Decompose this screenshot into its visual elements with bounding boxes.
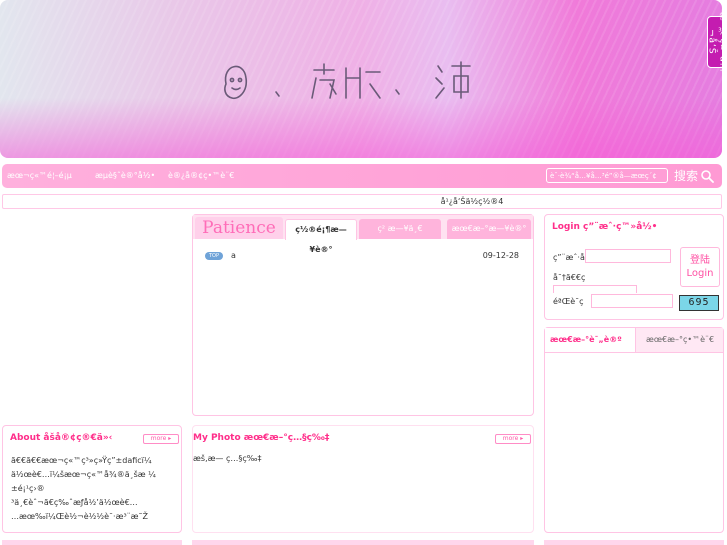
nav-item-guestbook[interactable]: è®¿å®¢ç•™è¨€ bbox=[168, 171, 234, 180]
tab-latest-messages-label: æœ€æ–°ç•™è¨€ bbox=[646, 335, 715, 344]
post-title-link[interactable]: a bbox=[231, 251, 236, 260]
banner: æ˜¾ç¤ºå…¬å‘Š bbox=[0, 0, 722, 158]
search-icon bbox=[701, 169, 714, 183]
username-label: ç”¨æˆ·å bbox=[553, 253, 585, 262]
bottom-strip-center bbox=[192, 540, 534, 545]
search-input[interactable]: è¯·è¾“å…¥å…³é”®å—æœç´¢ bbox=[546, 168, 668, 183]
tab-latest-comments[interactable]: æœ€æ–°è¯„è®º bbox=[545, 328, 636, 352]
password-label: å¯†ã€€ç bbox=[553, 273, 586, 282]
tab-latest-messages[interactable]: æœ€æ–°ç•™è¨€ bbox=[636, 328, 723, 352]
comments-panel: æœ€æ–°è¯„è®º æœ€æ–°ç•™è¨€ bbox=[544, 327, 724, 533]
tab-latest-comments-label: æœ€æ–°è¯„è®º bbox=[550, 335, 622, 344]
captcha-field[interactable] bbox=[591, 294, 673, 308]
bottom-strip-right bbox=[544, 540, 724, 545]
article-panel: Patience ç½®é¡¶æ—¥è®° ç² æ—¥ä¸€ æœ€æ–°æ—… bbox=[192, 214, 534, 416]
username-field[interactable] bbox=[585, 249, 671, 263]
nav-item-browse[interactable]: æµè§ˆè®°å½• bbox=[95, 171, 155, 180]
search-button[interactable]: 搜索 bbox=[674, 167, 714, 184]
about-line: ±é¡¹ç›® bbox=[11, 484, 45, 493]
top-badge: TOP bbox=[205, 252, 223, 260]
photo-empty-text: æš‚æ— ç…§ç‰‡ bbox=[193, 454, 262, 463]
about-line: ä½œè€…ï¼šæœ¬ç«™å¾®ä¸šæ ¼ bbox=[11, 470, 156, 479]
photo-panel: My Photo æœ€æ–°ç…§ç‰‡ more æš‚æ— ç…§ç‰‡ bbox=[192, 425, 534, 533]
about-line: ³ä¸€èˆ¬ã€ç‰ˆæƒå½’ä½œè€… bbox=[11, 498, 138, 507]
announcement-text: å¹¿å‘Šä½ç½®4 bbox=[440, 197, 504, 206]
tab-category[interactable]: ç² æ—¥ä¸€ bbox=[359, 219, 441, 239]
banner-logo-icon bbox=[224, 61, 471, 100]
show-notice-label: æ˜¾ç¤ºå…¬å‘Š bbox=[706, 12, 723, 73]
list-item: TOP a 09-12-28 bbox=[205, 251, 519, 263]
photo-title: My Photo æœ€æ–°ç…§ç‰‡ bbox=[193, 433, 330, 443]
announcement-bar: å¹¿å‘Šä½ç½®4 bbox=[2, 194, 722, 209]
about-line: …æœ‰ï¼Œè½¬è½½è¯·æ³¨æ˜Ž bbox=[11, 512, 148, 521]
login-button-cn: 登陆 bbox=[690, 255, 710, 266]
about-more-button[interactable]: more bbox=[143, 434, 179, 444]
tab-latest[interactable]: æœ€æ–°æ—¥è®° bbox=[447, 219, 531, 239]
login-panel: Login ç”¨æˆ·ç™»å½• ç”¨æˆ·å å¯†ã€€ç éªŒè¯… bbox=[544, 214, 724, 320]
login-button-en: Login bbox=[686, 268, 714, 279]
divider bbox=[545, 352, 723, 353]
show-notice-button[interactable]: æ˜¾ç¤ºå…¬å‘Š bbox=[707, 12, 722, 72]
patience-logo: Patience bbox=[195, 217, 283, 239]
about-panel: About åšå®¢ç®€ä»‹ more ã€€ã€€æœ¬ç«™ç³»ç»… bbox=[2, 425, 182, 533]
captcha-label: éªŒè¯ç bbox=[553, 297, 584, 306]
password-field[interactable] bbox=[553, 285, 637, 293]
post-date: 09-12-28 bbox=[482, 251, 519, 260]
article-tab-row: Patience ç½®é¡¶æ—¥è®° ç² æ—¥ä¸€ æœ€æ–°æ—… bbox=[193, 215, 533, 254]
about-text: ã€€ã€€æœ¬ç«™ç³»ç»Ÿç”±daficï¼ ä½œè€…ï¼šæœ… bbox=[11, 454, 177, 524]
bottom-strip-left bbox=[2, 540, 182, 545]
login-button[interactable]: 登陆 Login bbox=[680, 247, 720, 287]
photo-more-button[interactable]: more bbox=[495, 434, 531, 444]
about-title: About åšå®¢ç®€ä»‹ bbox=[10, 433, 113, 443]
tab-pinned[interactable]: ç½®é¡¶æ—¥è®° bbox=[285, 219, 357, 254]
about-line: ã€€ã€€æœ¬ç«™ç³»ç»Ÿç”±daficï¼ bbox=[11, 456, 152, 465]
login-title: Login ç”¨æˆ·ç™»å½• bbox=[552, 222, 658, 232]
nav-bar: æœ¬ç«™é¦–é¡µ æµè§ˆè®°å½• è®¿å®¢ç•™è¨€ è¯… bbox=[2, 164, 722, 188]
nav-item-home[interactable]: æœ¬ç«™é¦–é¡µ bbox=[7, 171, 72, 180]
captcha-image[interactable]: 695 bbox=[679, 295, 719, 311]
search-button-label: 搜索 bbox=[674, 169, 699, 183]
